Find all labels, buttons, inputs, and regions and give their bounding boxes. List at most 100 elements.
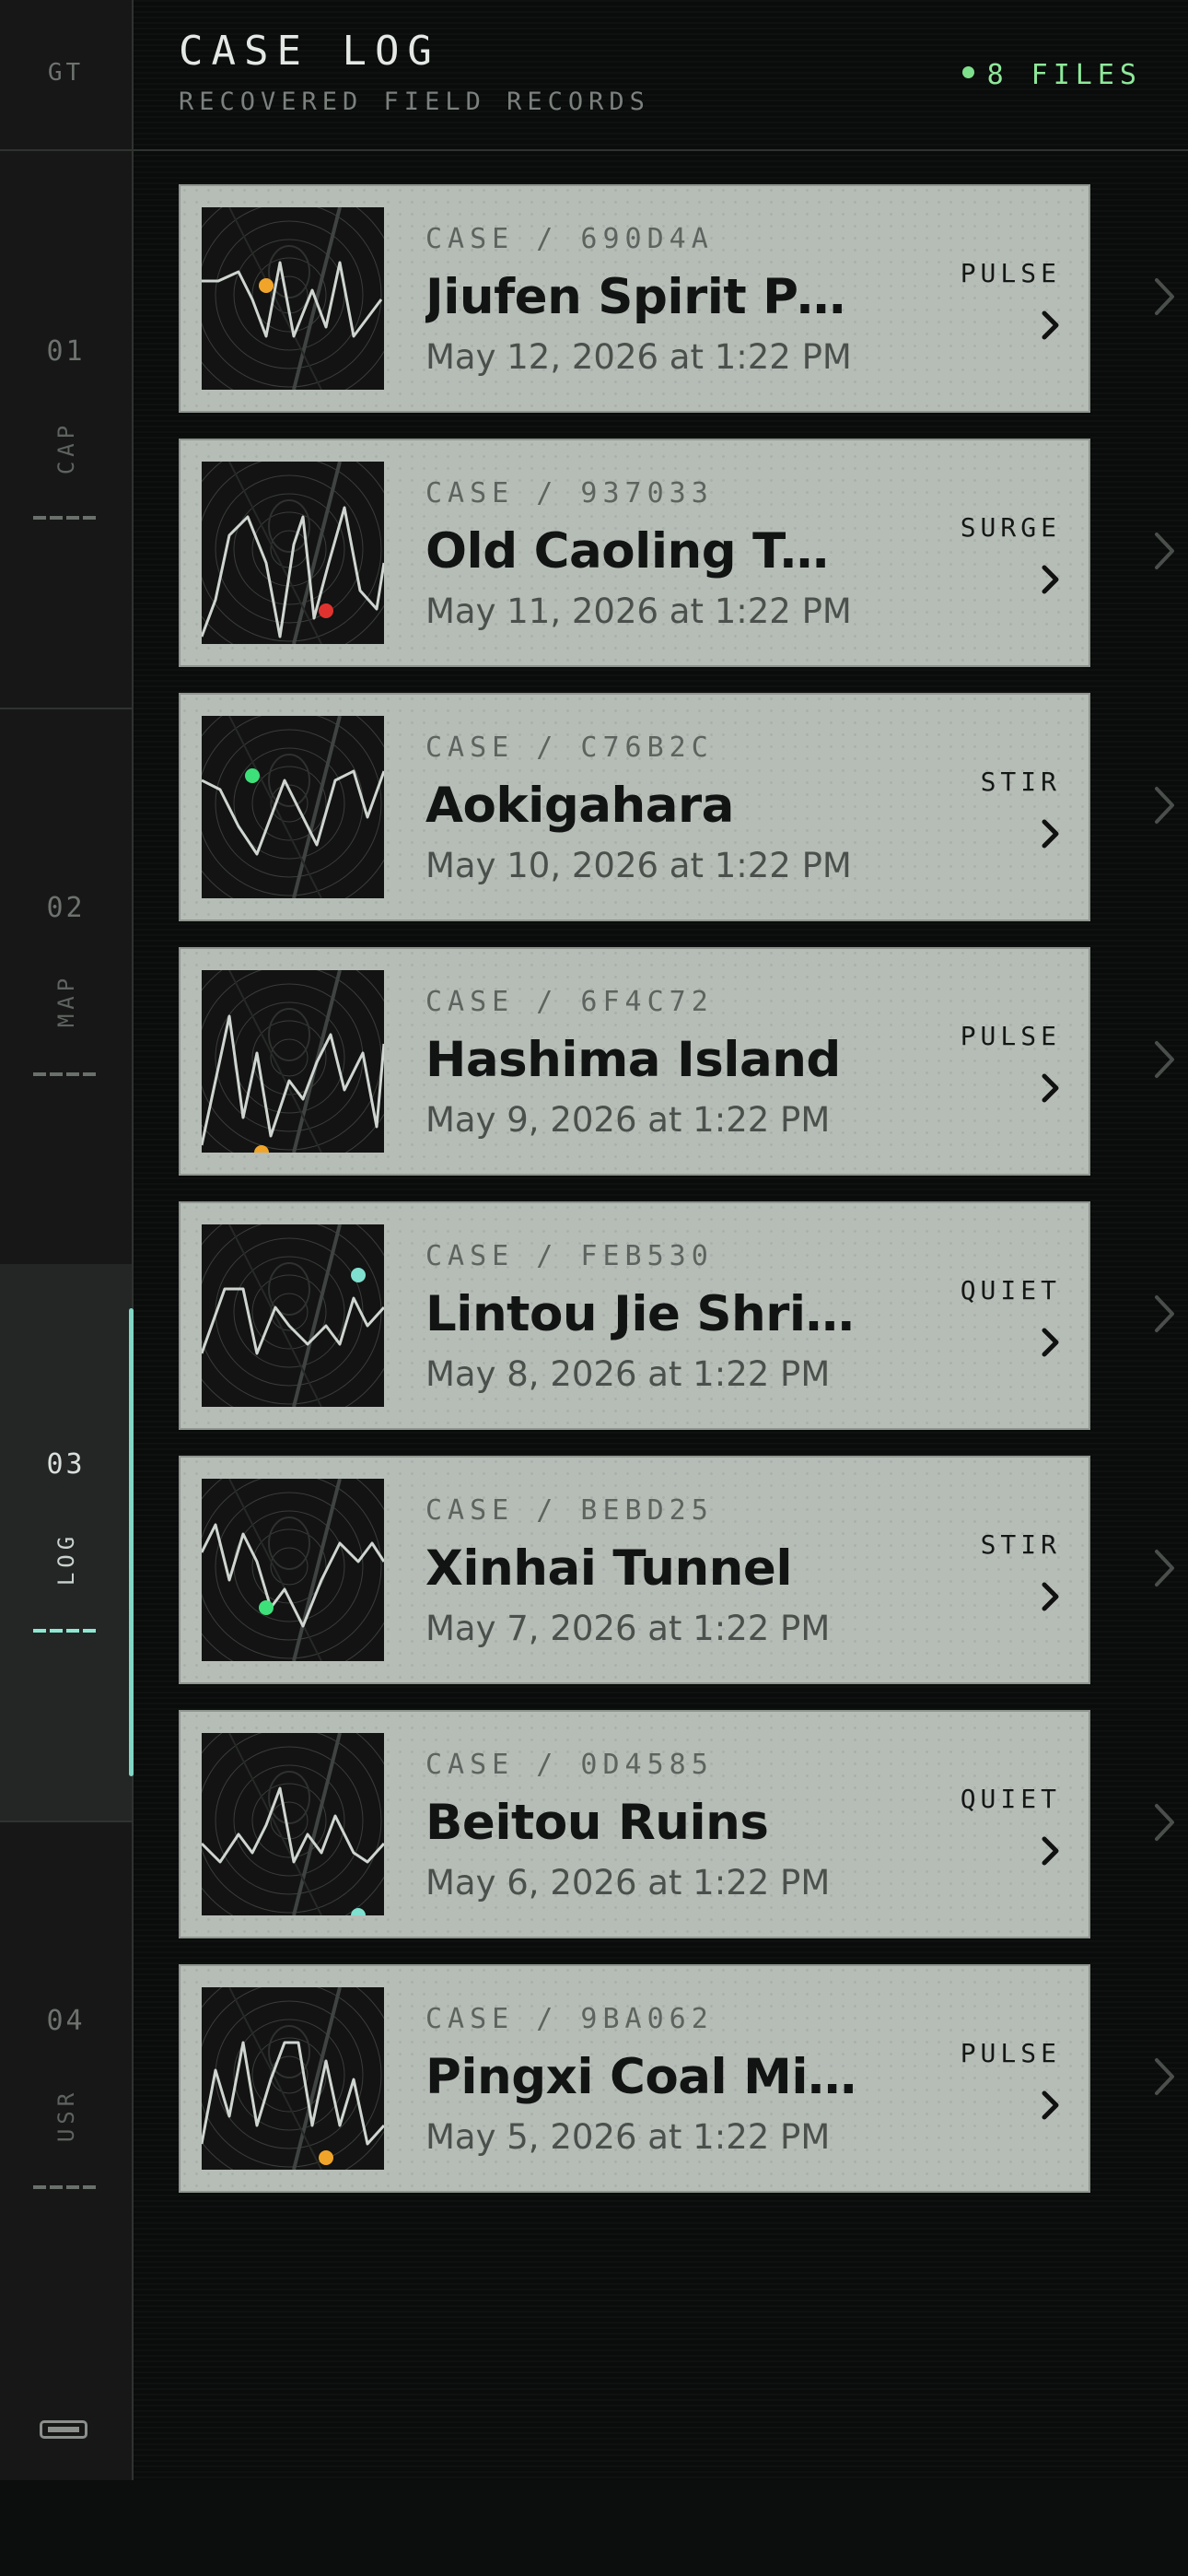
status-dot-icon: [961, 66, 974, 78]
side-rail: GT 01 CAP 02 MAP 03 LOG 04 USR: [0, 0, 134, 2480]
case-row[interactable]: CASE / 690D4A Jiufen Spirit Pass May 12,…: [179, 184, 1188, 413]
chevron-right-icon: [1042, 1073, 1059, 1103]
rail-top-label: GT: [47, 59, 85, 87]
case-date: May 8, 2026 at 1:22 PM: [425, 1354, 831, 1394]
chevron-right-icon[interactable]: [1153, 785, 1177, 825]
case-card[interactable]: CASE / FEB530 Lintou Jie Shrine May 8, 2…: [179, 1201, 1090, 1430]
rail-tab-cap[interactable]: 01 CAP: [0, 151, 132, 709]
page-header: CASE LOG RECOVERED FIELD RECORDS 8 FILES: [134, 0, 1188, 151]
files-count: 8 FILES: [986, 59, 1142, 91]
case-card[interactable]: CASE / C76B2C Aokigahara May 10, 2026 at…: [179, 693, 1090, 921]
rail-tab-indicator: [33, 1072, 99, 1076]
chevron-right-icon[interactable]: [1153, 1294, 1177, 1334]
case-card[interactable]: CASE / 6F4C72 Hashima Island May 9, 2026…: [179, 947, 1090, 1176]
signal-thumbnail: [202, 462, 384, 644]
chevron-right-icon[interactable]: [1153, 531, 1177, 571]
rail-tab-number: 04: [46, 2005, 86, 2037]
case-date: May 7, 2026 at 1:22 PM: [425, 1609, 831, 1648]
signal-thumbnail: [202, 970, 384, 1153]
case-date: May 10, 2026 at 1:22 PM: [425, 846, 852, 885]
case-row[interactable]: CASE / FEB530 Lintou Jie Shrine May 8, 2…: [179, 1201, 1188, 1430]
battery-icon: [40, 2420, 87, 2439]
signal-thumbnail: [202, 1733, 384, 1915]
case-row[interactable]: CASE / 9BA062 Pingxi Coal Mines May 5, 2…: [179, 1964, 1188, 2193]
signal-thumbnail: [202, 1479, 384, 1661]
chevron-right-icon: [1042, 1328, 1059, 1357]
case-card[interactable]: CASE / 9BA062 Pingxi Coal Mines May 5, 2…: [179, 1964, 1090, 2193]
case-id: CASE / 6F4C72: [425, 986, 714, 1018]
case-row[interactable]: CASE / 6F4C72 Hashima Island May 9, 2026…: [179, 947, 1188, 1176]
rail-top-tab[interactable]: GT: [0, 0, 132, 151]
case-id: CASE / 937033: [425, 477, 714, 509]
status-label: STIR: [980, 1529, 1061, 1560]
status-label: QUIET: [960, 1784, 1061, 1814]
chevron-right-icon[interactable]: [1153, 2056, 1177, 2097]
chevron-right-icon: [1042, 2090, 1059, 2120]
case-id: CASE / 0D4585: [425, 1749, 714, 1781]
chevron-right-icon: [1042, 1836, 1059, 1866]
chevron-right-icon[interactable]: [1153, 1548, 1177, 1588]
case-card[interactable]: CASE / 0D4585 Beitou Ruins May 6, 2026 a…: [179, 1710, 1090, 1938]
signal-dot: [245, 768, 260, 783]
case-id: CASE / 9BA062: [425, 2003, 714, 2035]
main-panel: CASE LOG RECOVERED FIELD RECORDS 8 FILES…: [134, 0, 1188, 2480]
signal-thumbnail: [202, 716, 384, 898]
status-label: STIR: [980, 767, 1061, 797]
chevron-right-icon: [1042, 310, 1059, 340]
case-row[interactable]: CASE / BEBD25 Xinhai Tunnel May 7, 2026 …: [179, 1456, 1188, 1684]
rail-tab-indicator: [33, 2185, 99, 2189]
case-card[interactable]: CASE / BEBD25 Xinhai Tunnel May 7, 2026 …: [179, 1456, 1090, 1684]
case-row[interactable]: CASE / 0D4585 Beitou Ruins May 6, 2026 a…: [179, 1710, 1188, 1938]
status-label: SURGE: [960, 512, 1061, 543]
status-label: PULSE: [960, 2038, 1061, 2068]
case-title: Lintou Jie Shrine: [425, 1286, 858, 1342]
files-badge: 8 FILES: [961, 59, 1142, 91]
case-id: CASE / C76B2C: [425, 732, 714, 764]
rail-tab-log[interactable]: 03 LOG: [0, 1264, 134, 1822]
case-date: May 9, 2026 at 1:22 PM: [425, 1100, 831, 1140]
case-date: May 12, 2026 at 1:22 PM: [425, 337, 852, 377]
signal-dot: [254, 1145, 269, 1153]
signal-dot: [259, 1600, 274, 1615]
chevron-right-icon: [1042, 1582, 1059, 1611]
signal-dot: [351, 1268, 366, 1282]
case-title: Aokigahara: [425, 778, 734, 834]
case-id: CASE / 690D4A: [425, 223, 714, 255]
signal-dot: [351, 1908, 366, 1915]
rail-tab-number: 01: [46, 335, 86, 368]
case-card[interactable]: CASE / 937033 Old Caoling Tunnel May 11,…: [179, 439, 1090, 667]
chevron-right-icon[interactable]: [1153, 1039, 1177, 1080]
status-label: QUIET: [960, 1275, 1061, 1306]
case-card[interactable]: CASE / 690D4A Jiufen Spirit Pass May 12,…: [179, 184, 1090, 413]
chevron-right-icon: [1042, 819, 1059, 849]
case-title: Jiufen Spirit Pass: [425, 269, 858, 325]
chevron-right-icon[interactable]: [1153, 276, 1177, 317]
rail-tab-map[interactable]: 02 MAP: [0, 708, 132, 1266]
rail-tab-label: LOG: [53, 1531, 79, 1587]
signal-thumbnail: [202, 1224, 384, 1407]
case-date: May 11, 2026 at 1:22 PM: [425, 591, 852, 631]
case-id: CASE / BEBD25: [425, 1494, 714, 1527]
status-label: PULSE: [960, 1021, 1061, 1051]
rail-tab-label: CAP: [53, 420, 79, 475]
rail-tab-label: MAP: [53, 973, 79, 1028]
signal-dot: [259, 278, 274, 293]
page-subtitle: RECOVERED FIELD RECORDS: [179, 88, 650, 116]
signal-dot: [319, 603, 333, 618]
rail-tab-number: 02: [46, 892, 86, 924]
signal-dot: [319, 2150, 333, 2165]
case-row[interactable]: CASE / C76B2C Aokigahara May 10, 2026 at…: [179, 693, 1188, 921]
chevron-right-icon: [1042, 565, 1059, 594]
case-row[interactable]: CASE / 937033 Old Caoling Tunnel May 11,…: [179, 439, 1188, 667]
chevron-right-icon[interactable]: [1153, 1802, 1177, 1843]
rail-tab-usr[interactable]: 04 USR: [0, 1821, 132, 2377]
status-label: PULSE: [960, 258, 1061, 288]
case-title: Beitou Ruins: [425, 1795, 769, 1851]
case-title: Pingxi Coal Mines: [425, 2049, 858, 2105]
case-title: Hashima Island: [425, 1032, 841, 1088]
rail-tab-indicator: [33, 516, 99, 520]
page-title: CASE LOG: [179, 28, 440, 75]
rail-tab-number: 03: [46, 1448, 86, 1481]
signal-thumbnail: [202, 207, 384, 390]
case-date: May 6, 2026 at 1:22 PM: [425, 1863, 831, 1903]
